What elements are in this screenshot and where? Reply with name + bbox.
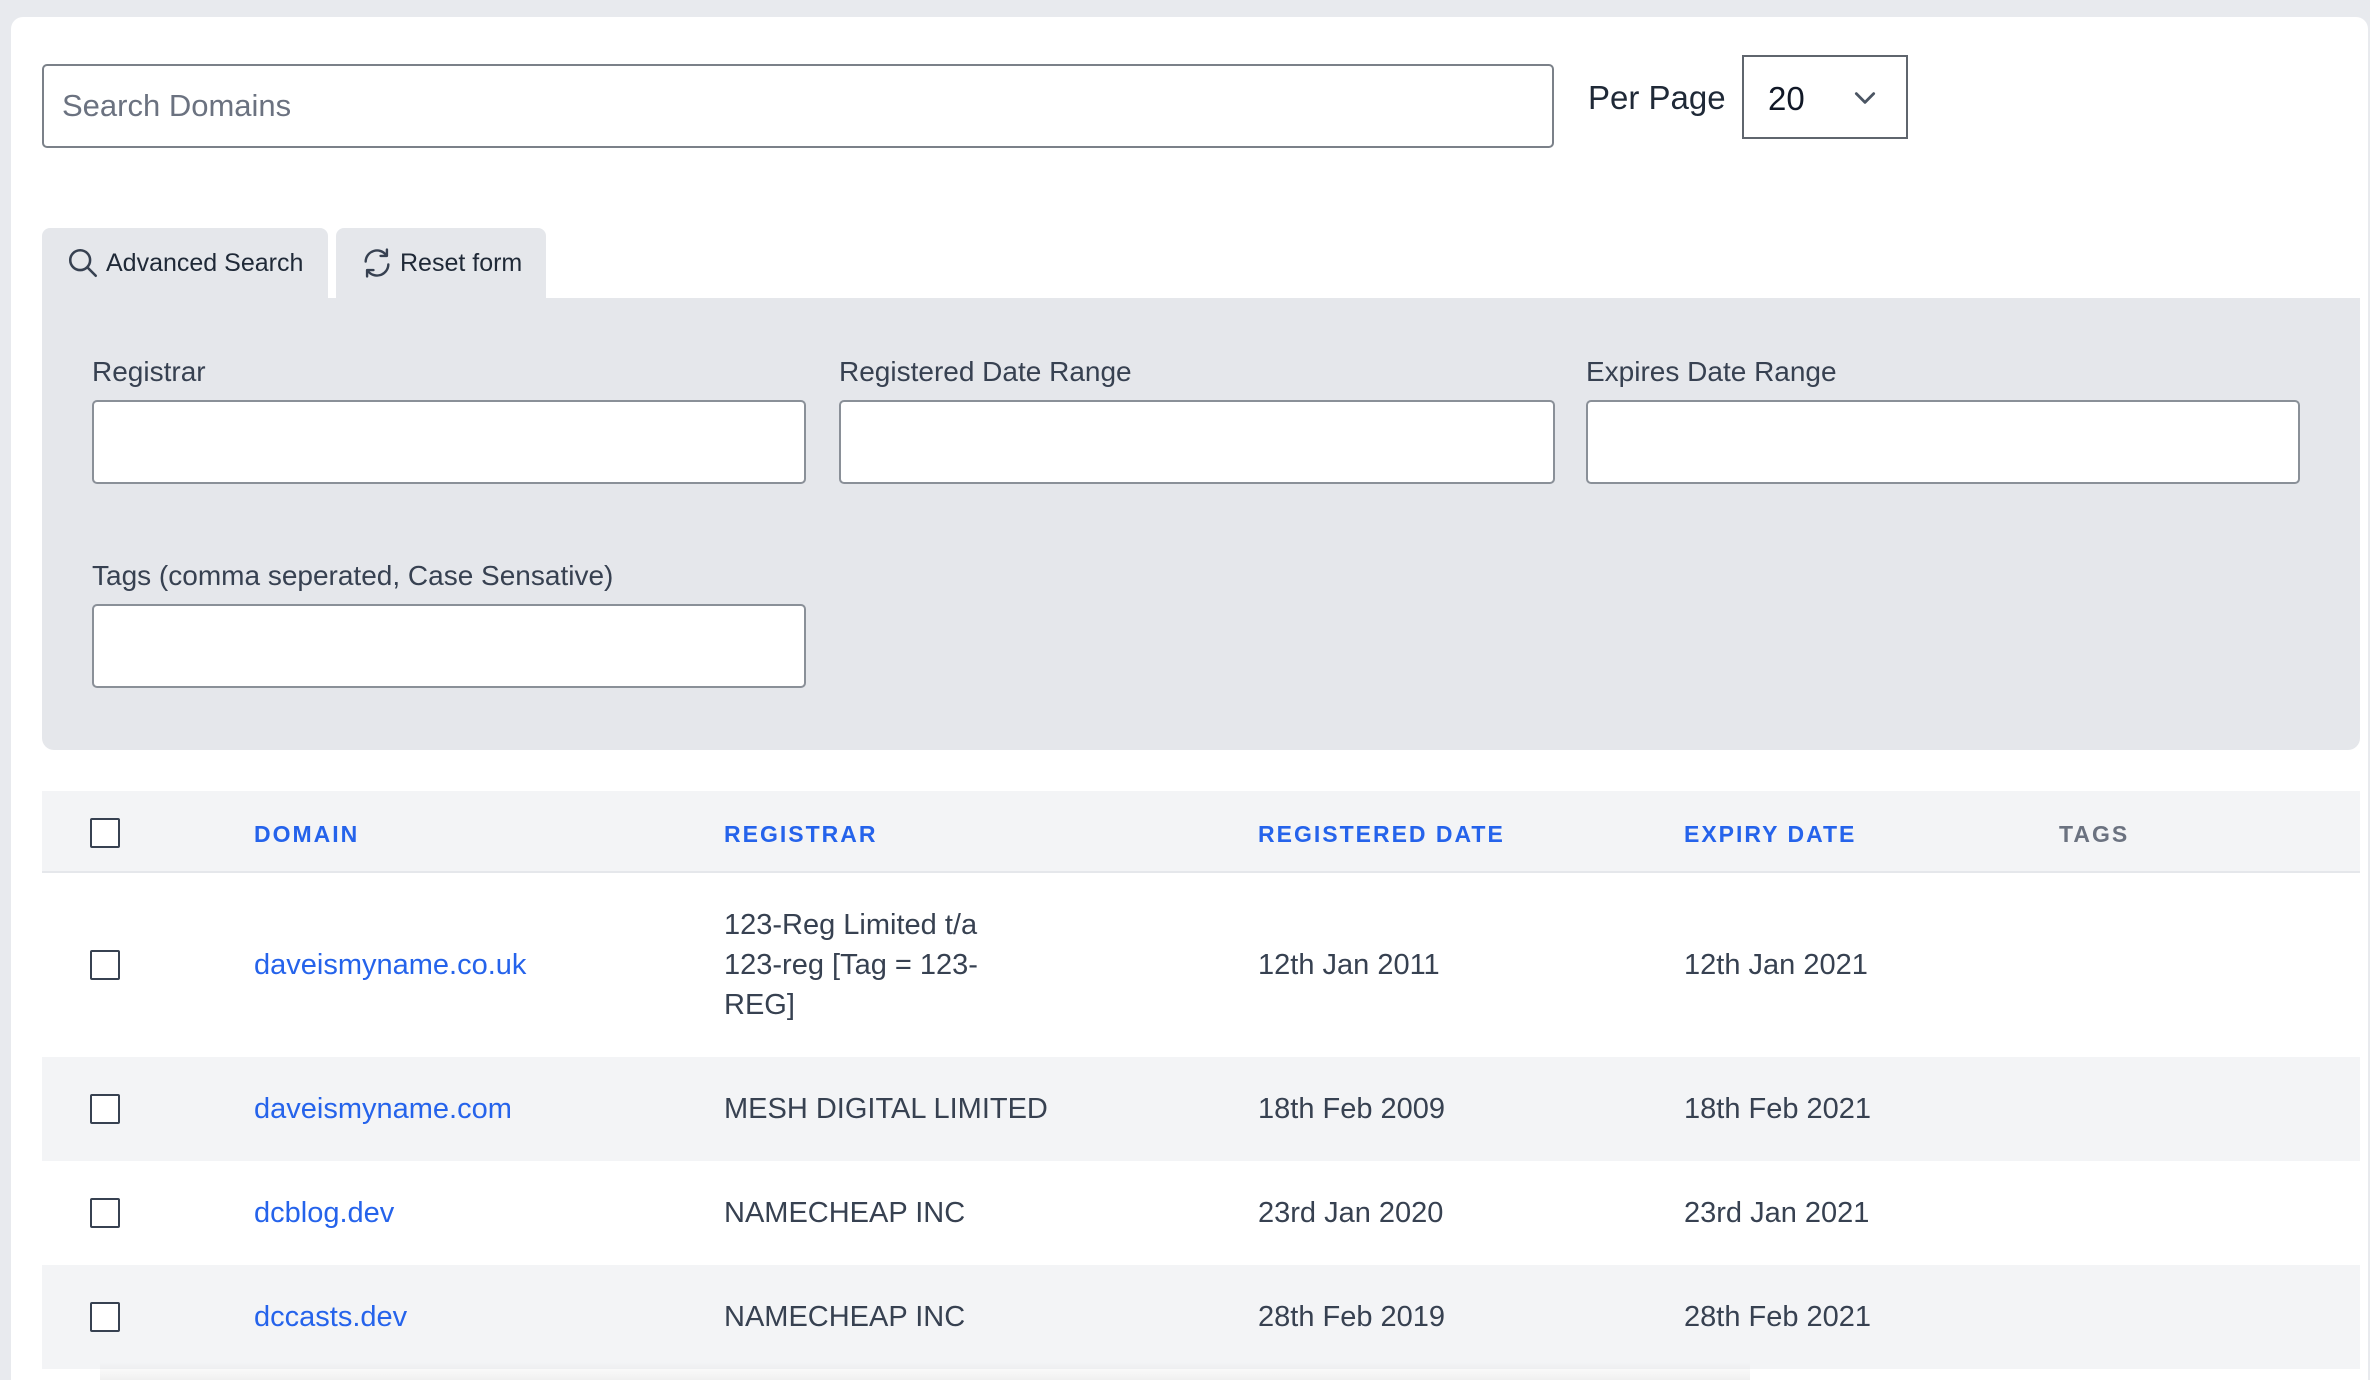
registrar-line: 123-reg [Tag = 123- (724, 949, 978, 981)
registered-date-cell: 23rd Jan 2020 (1258, 1197, 1444, 1229)
expiry-date-cell: 23rd Jan 2021 (1684, 1197, 1870, 1229)
column-registered-date[interactable]: REGISTERED DATE (1258, 821, 1505, 848)
domain-link[interactable]: dcblog.dev (254, 1193, 394, 1233)
column-domain[interactable]: DOMAIN (254, 821, 359, 848)
per-page-select[interactable]: 20 (1742, 55, 1908, 139)
registrar-line: 123-Reg Limited t/a (724, 909, 978, 941)
advanced-search-panel: Registrar Registered Date Range Expires … (42, 298, 2360, 750)
column-registrar[interactable]: REGISTRAR (724, 821, 877, 848)
column-expiry-date[interactable]: EXPIRY DATE (1684, 821, 1856, 848)
domains-card: Per Page 20 Advanced Search Reset form R… (11, 17, 2368, 1380)
row-checkbox[interactable] (90, 1094, 120, 1124)
expires-range-label: Expires Date Range (1586, 356, 1837, 387)
bottom-shadow (100, 1362, 1750, 1380)
chevron-down-icon (1854, 92, 1876, 104)
registrar-cell: NAMECHEAP INC (724, 1301, 966, 1333)
registrar-cell: NAMECHEAP INC (724, 1197, 966, 1229)
reset-form-button[interactable]: Reset form (336, 228, 546, 298)
table-row: dccasts.dev NAMECHEAP INC 28th Feb 2019 … (42, 1265, 2360, 1369)
domain-link[interactable]: daveismyname.co.uk (254, 945, 526, 985)
expires-range-input[interactable] (1586, 400, 2300, 484)
registered-date-cell: 18th Feb 2009 (1258, 1093, 1446, 1125)
expiry-date-cell: 18th Feb 2021 (1684, 1093, 1872, 1125)
per-page-label: Per Page (1588, 79, 1726, 116)
registrar-cell: MESH DIGITAL LIMITED (724, 1093, 1048, 1125)
row-checkbox[interactable] (90, 1198, 120, 1228)
registered-date-cell: 12th Jan 2011 (1258, 949, 1440, 981)
expiry-date-cell: 28th Feb 2021 (1684, 1301, 1872, 1333)
registrar-line: REG] (724, 989, 795, 1021)
tags-filter-input[interactable] (92, 604, 806, 688)
row-checkbox[interactable] (90, 1302, 120, 1332)
per-page-value: 20 (1768, 80, 1805, 117)
table-header: DOMAIN REGISTRAR REGISTERED DATE EXPIRY … (42, 791, 2360, 873)
domain-link[interactable]: daveismyname.com (254, 1089, 512, 1129)
registrar-filter-label: Registrar (92, 356, 206, 387)
registrar-cell: 123-Reg Limited t/a 123-reg [Tag = 123- … (724, 905, 978, 1025)
select-all-checkbox[interactable] (90, 818, 120, 848)
registrar-filter-input[interactable] (92, 400, 806, 484)
tab-advanced-search-label: Advanced Search (106, 248, 304, 277)
registered-date-cell: 28th Feb 2019 (1258, 1301, 1446, 1333)
domain-link[interactable]: dccasts.dev (254, 1297, 407, 1337)
tags-filter-label: Tags (comma seperated, Case Sensative) (92, 560, 614, 591)
refresh-icon (364, 248, 390, 278)
expiry-date-cell: 12th Jan 2021 (1684, 949, 1868, 981)
column-tags: TAGS (2059, 821, 2130, 847)
tab-advanced-search[interactable]: Advanced Search (42, 228, 328, 298)
reset-form-label: Reset form (400, 248, 523, 277)
table-row: daveismyname.co.uk 123-Reg Limited t/a 1… (42, 873, 2360, 1057)
table-row: daveismyname.com MESH DIGITAL LIMITED 18… (42, 1057, 2360, 1161)
row-checkbox[interactable] (90, 950, 120, 980)
table-row: dcblog.dev NAMECHEAP INC 23rd Jan 2020 2… (42, 1161, 2360, 1265)
registered-range-input[interactable] (839, 400, 1555, 484)
search-icon (68, 248, 98, 278)
search-domains-input[interactable] (42, 64, 1554, 148)
registered-range-label: Registered Date Range (839, 356, 1132, 387)
